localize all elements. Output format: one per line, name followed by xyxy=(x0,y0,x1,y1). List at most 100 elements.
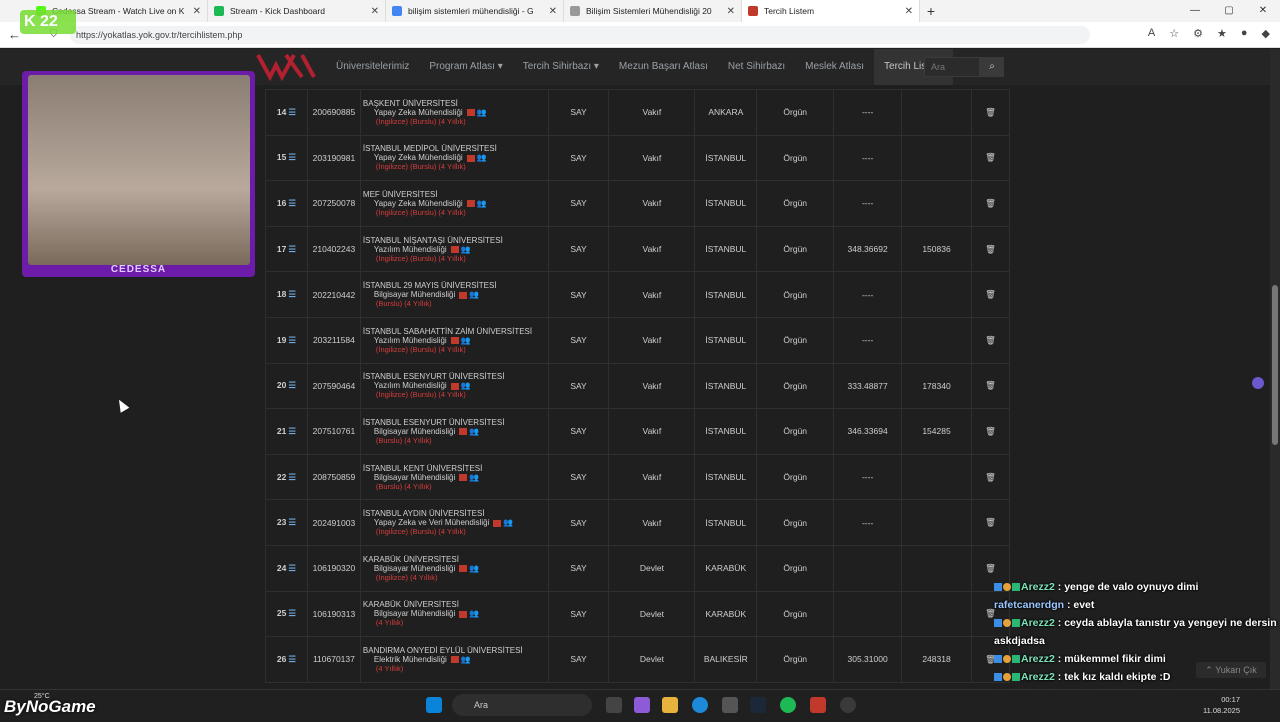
store-icon[interactable] xyxy=(722,697,738,713)
delete-icon[interactable]: 🗑 xyxy=(970,453,1011,501)
spotify-icon[interactable] xyxy=(780,697,796,713)
chat-text: evet xyxy=(1073,599,1095,611)
delete-icon[interactable]: 🗑 xyxy=(970,225,1011,273)
delete-icon[interactable]: 🗑 xyxy=(970,89,1011,136)
close-tab-icon[interactable]: ✕ xyxy=(371,6,379,17)
close-tab-icon[interactable]: ✕ xyxy=(905,6,913,17)
drag-handle-icon[interactable]: ☰ xyxy=(288,335,296,345)
row-number: 15 xyxy=(276,152,287,163)
delete-icon[interactable]: 🗑 xyxy=(970,316,1011,364)
nav-item[interactable]: Tercih Sihirbazı ▾ xyxy=(513,49,609,85)
delete-icon[interactable]: 🗑 xyxy=(970,499,1011,546)
yok-logo[interactable] xyxy=(256,51,316,82)
chat-username[interactable]: Arezz2 xyxy=(1021,581,1055,593)
drag-handle-icon[interactable]: ☰ xyxy=(288,152,296,162)
program-code[interactable]: 207590464 xyxy=(306,362,361,410)
drag-handle-icon[interactable]: ☰ xyxy=(288,563,296,573)
taskbar-search[interactable]: Ara xyxy=(452,694,592,716)
base-score xyxy=(833,544,903,592)
nav-item[interactable]: Meslek Atlası xyxy=(795,49,874,85)
quota-icon: 👥 xyxy=(503,518,514,528)
minimize-icon[interactable]: — xyxy=(1178,0,1212,22)
scroll-up-button[interactable]: ⌃ Yukarı Çık xyxy=(1196,662,1266,678)
start-icon[interactable] xyxy=(426,697,442,713)
drag-handle-icon[interactable]: ☰ xyxy=(288,380,296,390)
chat-username[interactable]: Arezz2 xyxy=(1021,617,1055,629)
drag-handle-icon[interactable]: ☰ xyxy=(288,608,296,618)
favorites-icon[interactable]: ★ xyxy=(1217,27,1227,40)
chat-username[interactable]: Arezz2 xyxy=(1021,653,1055,665)
scrollbar-thumb[interactable] xyxy=(1272,285,1278,445)
file-explorer-icon[interactable] xyxy=(662,697,678,713)
success-rank xyxy=(901,180,972,227)
nav-item[interactable]: Mezun Başarı Atlası xyxy=(609,49,718,85)
chat-username[interactable]: Arezz2 xyxy=(1021,671,1055,683)
drag-handle-icon[interactable]: ☰ xyxy=(288,107,296,117)
drag-handle-icon[interactable]: ☰ xyxy=(288,198,296,208)
score-type: SAY xyxy=(547,180,610,227)
task-view-icon[interactable] xyxy=(606,697,622,713)
base-score: ---- xyxy=(833,316,903,364)
drag-handle-icon[interactable]: ☰ xyxy=(288,472,296,482)
university-kind: Vakıf xyxy=(608,362,696,410)
program-code[interactable]: 210402243 xyxy=(306,225,361,273)
program-code[interactable]: 203211584 xyxy=(306,316,361,364)
delete-icon[interactable]: 🗑 xyxy=(970,134,1011,182)
browser-tab[interactable]: Stream - Kick Dashboard ✕ xyxy=(208,0,386,22)
drag-handle-icon[interactable]: ☰ xyxy=(288,654,296,664)
program-code[interactable]: 203190981 xyxy=(306,134,361,182)
delete-icon[interactable]: 🗑 xyxy=(970,362,1011,410)
drag-handle-icon[interactable]: ☰ xyxy=(288,517,296,527)
badge-icon xyxy=(1012,655,1020,664)
browser-tab[interactable]: Bilişim Sistemleri Mühendisliği 20 ✕ xyxy=(564,0,742,22)
success-rank xyxy=(901,316,972,364)
program-code[interactable]: 208750859 xyxy=(306,453,361,501)
read-aloud-icon[interactable]: A xyxy=(1148,27,1155,40)
delete-icon[interactable]: 🗑 xyxy=(970,180,1011,227)
nav-item[interactable]: Üniversitelerimiz xyxy=(326,49,419,85)
site-search-input[interactable]: Ara xyxy=(924,57,980,77)
row-number-cell: 20 ☰ xyxy=(265,362,308,410)
program-code[interactable]: 202491003 xyxy=(306,499,361,546)
close-tab-icon[interactable]: ✕ xyxy=(727,6,735,17)
drag-handle-icon[interactable]: ☰ xyxy=(288,426,296,436)
row-number: 14 xyxy=(276,106,287,117)
chat-username[interactable]: rafetcanerdgn xyxy=(994,599,1064,611)
extension-bubble-icon[interactable] xyxy=(1252,377,1264,389)
badge-icon xyxy=(1012,583,1020,592)
program-code[interactable]: 202210442 xyxy=(306,271,361,318)
browser-tab[interactable]: Tercih Listem ✕ xyxy=(742,0,920,22)
program-code[interactable]: 207510761 xyxy=(306,408,361,455)
program-code[interactable]: 200690885 xyxy=(306,89,361,136)
favorite-icon[interactable]: ☆ xyxy=(1169,27,1179,40)
app-icon[interactable] xyxy=(810,697,826,713)
close-tab-icon[interactable]: ✕ xyxy=(193,6,201,17)
program-code[interactable]: 106190320 xyxy=(306,544,361,592)
new-tab-button[interactable]: + xyxy=(920,3,942,19)
profile-icon[interactable]: ● xyxy=(1241,27,1248,40)
delete-icon[interactable]: 🗑 xyxy=(970,408,1011,455)
maximize-icon[interactable]: ▢ xyxy=(1212,0,1246,22)
drag-handle-icon[interactable]: ☰ xyxy=(288,289,296,299)
weather-temp: 25°C xyxy=(34,693,50,700)
copilot-icon[interactable]: ◆ xyxy=(1262,27,1270,40)
url-field[interactable]: https://yokatlas.yok.gov.tr/tercihlistem… xyxy=(70,26,1090,44)
browser-tab[interactable]: bilişim sistemleri mühendisliği - G ✕ xyxy=(386,0,564,22)
nav-item[interactable]: Net Sihirbazı xyxy=(718,49,795,85)
close-window-icon[interactable]: ✕ xyxy=(1246,0,1280,22)
search-icon[interactable]: ⌕ xyxy=(980,57,1004,77)
obs-icon[interactable] xyxy=(840,697,856,713)
extensions-icon[interactable]: ⚙ xyxy=(1193,27,1203,40)
score-type: SAY xyxy=(547,636,610,683)
program-code[interactable]: 207250078 xyxy=(306,180,361,227)
edge-icon[interactable] xyxy=(692,697,708,713)
steam-icon[interactable] xyxy=(750,697,766,713)
drag-handle-icon[interactable]: ☰ xyxy=(288,244,296,254)
close-tab-icon[interactable]: ✕ xyxy=(549,6,557,17)
nav-item[interactable]: Program Atlası ▾ xyxy=(419,49,512,85)
success-rank xyxy=(901,453,972,501)
delete-icon[interactable]: 🗑 xyxy=(970,271,1011,318)
program-code[interactable]: 110670137 xyxy=(306,636,361,683)
program-code[interactable]: 106190313 xyxy=(306,590,361,638)
copilot-app-icon[interactable] xyxy=(634,697,650,713)
